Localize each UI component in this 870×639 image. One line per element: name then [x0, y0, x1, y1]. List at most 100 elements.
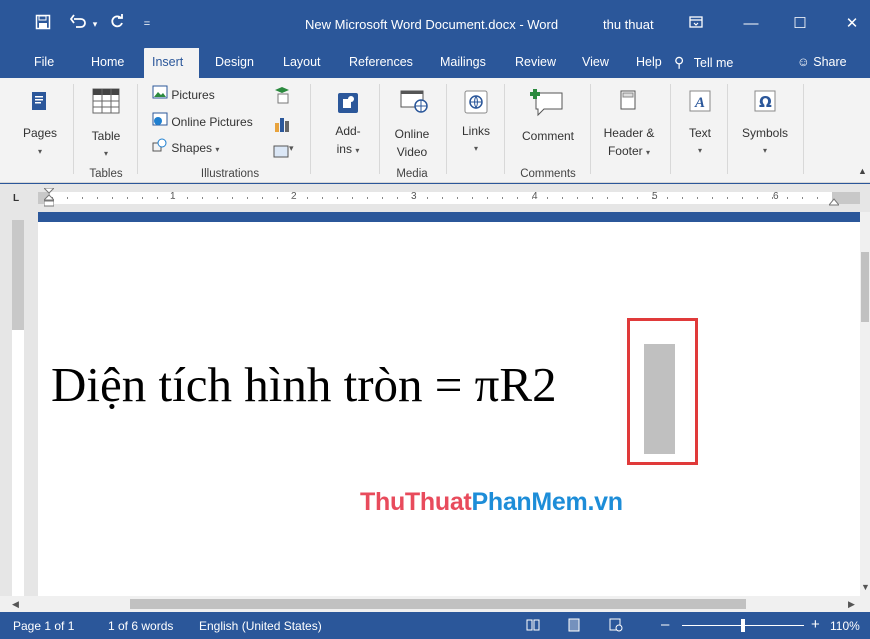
scroll-right-icon[interactable]: ▶: [848, 599, 855, 610]
tab-home[interactable]: Home: [87, 48, 128, 78]
pictures-button[interactable]: Pictures: [152, 85, 215, 105]
tab-selector[interactable]: L: [9, 193, 23, 205]
chart-icon[interactable]: [273, 115, 291, 133]
horizontal-ruler[interactable]: 1 2 3 4 5 6: [38, 191, 860, 204]
illustrations-group-label: Illustrations: [200, 168, 260, 180]
tab-insert[interactable]: Insert: [144, 48, 199, 78]
shapes-label: Shapes: [171, 141, 213, 155]
table-label: Table: [91, 129, 121, 143]
user-name[interactable]: thu thuat: [603, 17, 654, 32]
group-separator: [137, 84, 138, 174]
pictures-label: Pictures: [171, 88, 215, 102]
chevron-down-icon: ▾: [37, 147, 42, 156]
share-button[interactable]: ☺ Share: [797, 48, 847, 78]
group-separator: [73, 84, 74, 174]
ruler-number: 6: [773, 191, 779, 202]
redo-icon[interactable]: [108, 14, 126, 34]
ruler-tick: [277, 197, 278, 199]
vertical-scrollbar[interactable]: ▼: [860, 212, 870, 596]
indent-marker-icon[interactable]: [42, 187, 56, 208]
vertical-scrollbar-thumb[interactable]: [861, 252, 869, 322]
ruler-tick: [412, 197, 413, 199]
close-button[interactable]: ✕: [838, 12, 866, 36]
group-separator: [310, 84, 311, 174]
ruler-tick: [502, 197, 503, 199]
ruler-tick: [472, 197, 473, 199]
group-separator: [504, 84, 505, 174]
ruler-tick: [667, 197, 668, 199]
text-label: Text: [688, 126, 711, 140]
ruler-tick: [697, 197, 698, 199]
document-title: New Microsoft Word Document.docx - Word: [305, 17, 559, 32]
online-video-label-2: Video: [396, 145, 428, 159]
print-layout-icon[interactable]: [567, 618, 581, 632]
add-ins-label-1: Add-: [335, 124, 361, 138]
share-label: Share: [813, 55, 847, 69]
tab-layout[interactable]: Layout: [279, 48, 325, 78]
ruler-tick: [292, 197, 293, 199]
tab-file[interactable]: File: [30, 48, 58, 78]
language-status[interactable]: English (United States): [199, 619, 322, 633]
zoom-in-icon[interactable]: +: [811, 616, 820, 633]
tab-view[interactable]: View: [578, 48, 613, 78]
ruler-tick: [802, 197, 803, 199]
read-mode-icon[interactable]: [526, 618, 540, 632]
ribbon: Pages ▾ Table ▾ Tables Pictures Online P…: [0, 78, 870, 183]
collapse-ribbon-icon[interactable]: ▲: [858, 166, 867, 176]
symbols-label: Symbols: [741, 126, 788, 140]
tab-review[interactable]: Review: [511, 48, 560, 78]
online-pictures-button[interactable]: Online Pictures: [152, 112, 253, 132]
ruler-tick: [157, 197, 158, 199]
ruler-tick: [262, 197, 263, 199]
zoom-out-icon[interactable]: –: [661, 616, 669, 633]
horizontal-scrollbar[interactable]: ◀ ▶: [0, 596, 870, 612]
word-count[interactable]: 1 of 6 words: [108, 619, 173, 633]
tab-help[interactable]: Help: [632, 48, 666, 78]
link-icon: [464, 90, 488, 114]
maximize-button[interactable]: ☐: [786, 12, 814, 36]
page-count[interactable]: Page 1 of 1: [13, 619, 74, 633]
group-separator: [670, 84, 671, 174]
tab-mailings[interactable]: Mailings: [436, 48, 490, 78]
zoom-slider-thumb[interactable]: [741, 619, 745, 632]
watermark-part-2: PhanMem.vn: [471, 488, 623, 516]
scroll-down-icon[interactable]: ▼: [861, 582, 870, 592]
ruler-tick: [622, 197, 623, 199]
document-text[interactable]: Diện tích hình tròn = πR2: [51, 355, 557, 415]
ruler-tick: [172, 197, 173, 199]
chevron-down-icon: ▾: [103, 149, 108, 158]
right-indent-marker-icon[interactable]: [827, 195, 841, 206]
ribbon-display-options-icon[interactable]: [682, 12, 710, 36]
omega-icon: Ω: [754, 90, 776, 112]
shapes-button[interactable]: Shapes ▾: [152, 138, 219, 158]
ruler-tick: [727, 197, 728, 199]
ruler-tick: [322, 197, 323, 199]
horizontal-ruler-area: L 1 2 3 4 5 6: [0, 184, 870, 212]
zoom-level[interactable]: 110%: [830, 619, 860, 633]
horizontal-scrollbar-thumb[interactable]: [130, 599, 746, 609]
links-label: Links: [461, 124, 490, 138]
chevron-down-icon: ▾: [473, 144, 478, 153]
screenshot-icon[interactable]: ▾: [273, 142, 297, 160]
ruler-tick: [367, 197, 368, 199]
undo-icon[interactable]: [69, 14, 88, 34]
save-icon[interactable]: [34, 14, 52, 34]
icons-button[interactable]: [273, 86, 291, 104]
ruler-tick: [82, 197, 83, 199]
tell-me-box[interactable]: ⚲ Tell me: [674, 48, 733, 78]
customize-toolbar-icon[interactable]: =: [141, 14, 153, 34]
document-page[interactable]: Diện tích hình tròn = πR2 ThuThuatPhanMe…: [38, 222, 860, 596]
scroll-left-icon[interactable]: ◀: [12, 599, 19, 610]
minimize-button[interactable]: —: [737, 12, 765, 36]
tab-references[interactable]: References: [345, 48, 417, 78]
group-separator: [590, 84, 591, 174]
ruler-tick: [562, 197, 563, 199]
title-bar: ▾ = New Microsoft Word Document.docx - W…: [0, 0, 870, 48]
undo-dropdown-icon[interactable]: ▾: [90, 14, 100, 34]
svg-text:Ω: Ω: [759, 93, 772, 111]
ruler-tick: [772, 197, 773, 199]
web-layout-icon[interactable]: [609, 618, 623, 632]
comments-group-label: Comments: [520, 168, 576, 180]
tab-design[interactable]: Design: [211, 48, 258, 78]
ruler-tick: [682, 197, 683, 199]
